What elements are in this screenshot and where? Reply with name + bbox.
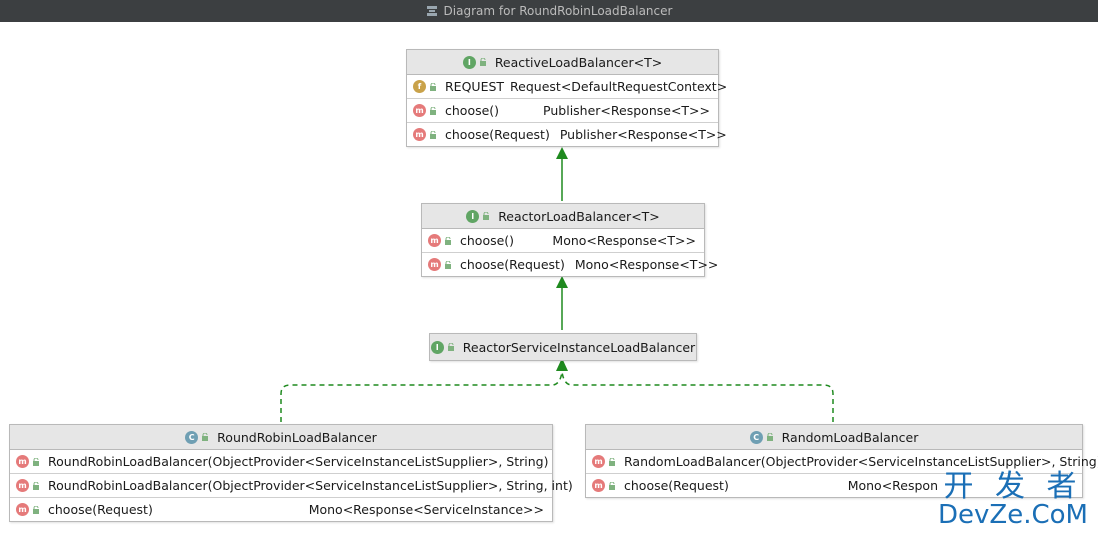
member-row[interactable]: m RoundRobinLoadBalancer(ObjectProvider<…	[10, 474, 573, 498]
method-icon: m	[428, 234, 441, 247]
interface-icon: I	[430, 340, 444, 354]
node-round-robin-load-balancer[interactable]: C RoundRobinLoadBalancer m RoundRobinLoa…	[9, 424, 573, 522]
watermark: 开 发 者 DevZe.CoM	[938, 469, 1088, 530]
node-reactive-load-balancer[interactable]: I ReactiveLoadBalancer<T> f REQUEST Requ…	[406, 49, 727, 147]
member-name: RoundRobinLoadBalancer(ObjectProvider<Se…	[48, 478, 573, 493]
member-row[interactable]: m RoundRobinLoadBalancer(ObjectProvider<…	[10, 450, 552, 474]
class-icon: C	[749, 430, 763, 444]
member-name: choose()	[460, 233, 515, 248]
public-icon	[445, 236, 451, 245]
member-type: Mono<Response<T>>	[574, 257, 719, 272]
method-icon: m	[16, 479, 29, 492]
method-icon: m	[592, 455, 605, 468]
node-title: RoundRobinLoadBalancer	[217, 429, 377, 445]
member-row[interactable]: f REQUEST Request<DefaultRequestContext>	[407, 75, 727, 99]
node-header: I ReactorLoadBalancer<T>	[422, 204, 704, 229]
public-icon	[33, 457, 39, 466]
node-reactor-load-balancer[interactable]: I ReactorLoadBalancer<T> m choose() Mono…	[421, 203, 718, 277]
member-name: REQUEST	[445, 79, 505, 94]
node-title: ReactorServiceInstanceLoadBalancer	[462, 339, 696, 355]
method-icon: m	[413, 128, 426, 141]
diagram-canvas[interactable]: I ReactiveLoadBalancer<T> f REQUEST Requ…	[0, 22, 1098, 534]
edge-roundrobin-implements-service	[280, 371, 563, 422]
member-name: choose(Request)	[624, 478, 729, 493]
public-icon	[33, 505, 39, 514]
interface-icon: I	[462, 55, 476, 69]
public-icon	[479, 58, 486, 66]
member-type: Request<DefaultRequestContext>	[510, 79, 728, 94]
public-icon	[483, 212, 490, 220]
public-icon	[766, 433, 773, 441]
node-reactor-service-instance-load-balancer[interactable]: I ReactorServiceInstanceLoadBalancer	[429, 333, 697, 361]
member-name: choose(Request)	[48, 502, 153, 517]
member-type: Mono<Response<ServiceInstance>>	[308, 502, 544, 517]
method-icon: m	[592, 479, 605, 492]
node-title: ReactorLoadBalancer<T>	[498, 208, 660, 224]
public-icon	[430, 130, 436, 139]
public-icon	[609, 481, 615, 490]
member-row[interactable]: m choose(Request) Mono<Response<ServiceI…	[10, 498, 552, 521]
public-icon	[430, 106, 436, 115]
method-icon: m	[16, 455, 29, 468]
member-row[interactable]: m choose(Request) Mono<Response<T>>	[422, 253, 718, 276]
member-row[interactable]: m choose(Request) Publisher<Response<T>>	[407, 123, 727, 146]
member-name: RoundRobinLoadBalancer(ObjectProvider<Se…	[48, 454, 549, 469]
member-type: Mono<Respon	[847, 478, 938, 493]
edge-random-implements-service	[561, 371, 834, 422]
diagram-icon	[426, 6, 437, 16]
watermark-line1: 开 发 者	[943, 469, 1083, 504]
method-icon: m	[413, 104, 426, 117]
public-icon	[447, 343, 454, 351]
member-type: Publisher<Response<T>>	[559, 127, 727, 142]
window-title: Diagram for RoundRobinLoadBalancer	[443, 4, 673, 18]
field-icon: f	[413, 80, 426, 93]
node-header: I ReactorServiceInstanceLoadBalancer	[430, 334, 696, 360]
public-icon	[33, 481, 39, 490]
class-icon: C	[185, 430, 199, 444]
member-row[interactable]: m choose() Publisher<Response<T>>	[407, 99, 718, 123]
node-title: ReactiveLoadBalancer<T>	[494, 54, 663, 70]
member-type: Mono<Response<T>>	[552, 233, 696, 248]
node-header: I ReactiveLoadBalancer<T>	[407, 50, 718, 75]
method-icon: m	[16, 503, 29, 516]
window-titlebar: Diagram for RoundRobinLoadBalancer	[0, 0, 1098, 22]
member-row[interactable]: m choose() Mono<Response<T>>	[422, 229, 704, 253]
member-name: choose()	[445, 103, 500, 118]
node-header: C RoundRobinLoadBalancer	[10, 425, 552, 450]
node-title: RandomLoadBalancer	[781, 429, 919, 445]
node-header: C RandomLoadBalancer	[586, 425, 1082, 450]
member-name: choose(Request)	[445, 127, 550, 142]
public-icon	[609, 457, 615, 466]
member-name: choose(Request)	[460, 257, 565, 272]
method-icon: m	[428, 258, 441, 271]
member-name: RandomLoadBalancer(ObjectProvider<Servic…	[624, 454, 1098, 469]
interface-icon: I	[466, 209, 480, 223]
member-type: Publisher<Response<T>>	[543, 103, 710, 118]
public-icon	[445, 260, 451, 269]
public-icon	[430, 82, 436, 91]
watermark-line2: DevZe.CoM	[938, 500, 1088, 530]
public-icon	[202, 433, 209, 441]
